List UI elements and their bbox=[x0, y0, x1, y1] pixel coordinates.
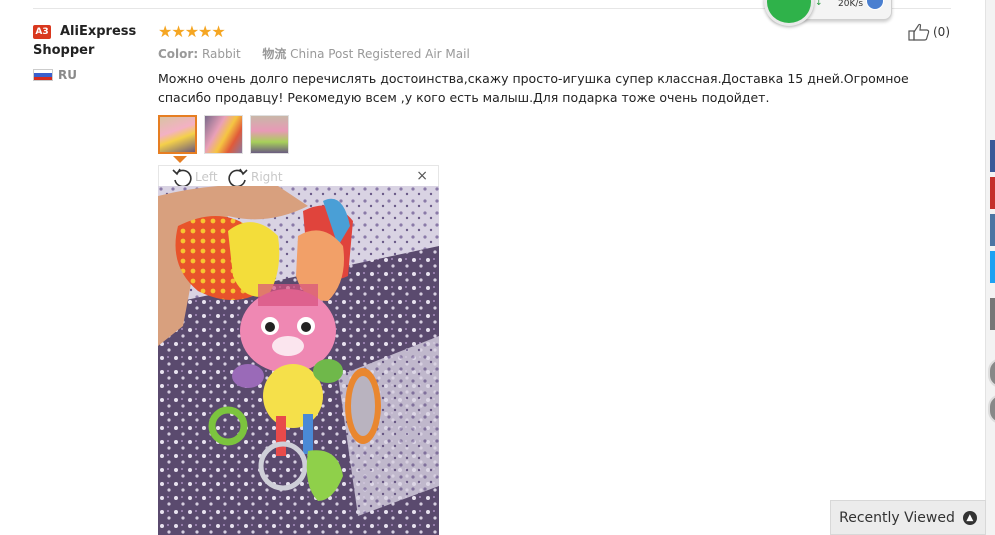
shipping-value: China Post Registered Air Mail bbox=[290, 47, 470, 61]
chevron-up-icon: ▲ bbox=[962, 510, 977, 525]
flag-ru-icon bbox=[33, 69, 53, 81]
shipping-label: 物流 bbox=[262, 47, 287, 61]
network-monitor-indicator bbox=[764, 0, 814, 26]
rotate-right-button[interactable]: Right bbox=[227, 167, 283, 187]
recently-viewed-label: Recently Viewed bbox=[839, 509, 955, 526]
rabbit-toy-photo bbox=[158, 186, 439, 535]
color-label: Color: bbox=[158, 47, 199, 61]
review-photo-thumbnails bbox=[158, 115, 289, 154]
level-badge: A3 bbox=[33, 25, 51, 39]
recently-viewed-button[interactable]: Recently Viewed ▲ bbox=[830, 500, 986, 535]
rotate-left-label: Left bbox=[195, 170, 218, 184]
like-button[interactable]: (0) bbox=[908, 23, 950, 41]
share-more-icon[interactable] bbox=[990, 298, 995, 330]
review-text: Можно очень долго перечислять достоинств… bbox=[158, 71, 909, 105]
rotate-right-label: Right bbox=[251, 170, 283, 184]
download-speed: 20K/s bbox=[838, 0, 864, 9]
thumbnail-3[interactable] bbox=[250, 115, 289, 154]
review-photo bbox=[158, 186, 439, 535]
selected-thumbnail-caret bbox=[173, 156, 187, 163]
rotate-right-icon bbox=[228, 168, 248, 187]
share-pinterest-icon[interactable] bbox=[990, 177, 995, 209]
close-viewer-button[interactable]: × bbox=[416, 168, 428, 184]
user-name[interactable]: AliExpress Shopper bbox=[33, 22, 153, 60]
share-vk-icon[interactable] bbox=[990, 214, 995, 246]
color-value: Rabbit bbox=[201, 47, 241, 61]
rotate-left-icon bbox=[172, 168, 192, 187]
thumbnail-2[interactable] bbox=[204, 115, 243, 154]
thumbnail-1[interactable] bbox=[158, 115, 197, 154]
share-twitter-icon[interactable] bbox=[990, 251, 995, 283]
country-code: RU bbox=[58, 68, 77, 82]
download-arrow-icon: ↓ bbox=[815, 0, 823, 8]
photo-viewer-toolbar: Left Right × bbox=[158, 165, 439, 187]
rotate-left-button[interactable]: Left bbox=[171, 167, 218, 187]
like-count: (0) bbox=[933, 25, 950, 39]
thumbs-up-icon bbox=[908, 23, 930, 41]
order-info: Color: Rabbit 物流 China Post Registered A… bbox=[158, 45, 470, 62]
star-rating: ★★★★★ bbox=[158, 22, 226, 41]
share-facebook-icon[interactable] bbox=[990, 140, 995, 172]
